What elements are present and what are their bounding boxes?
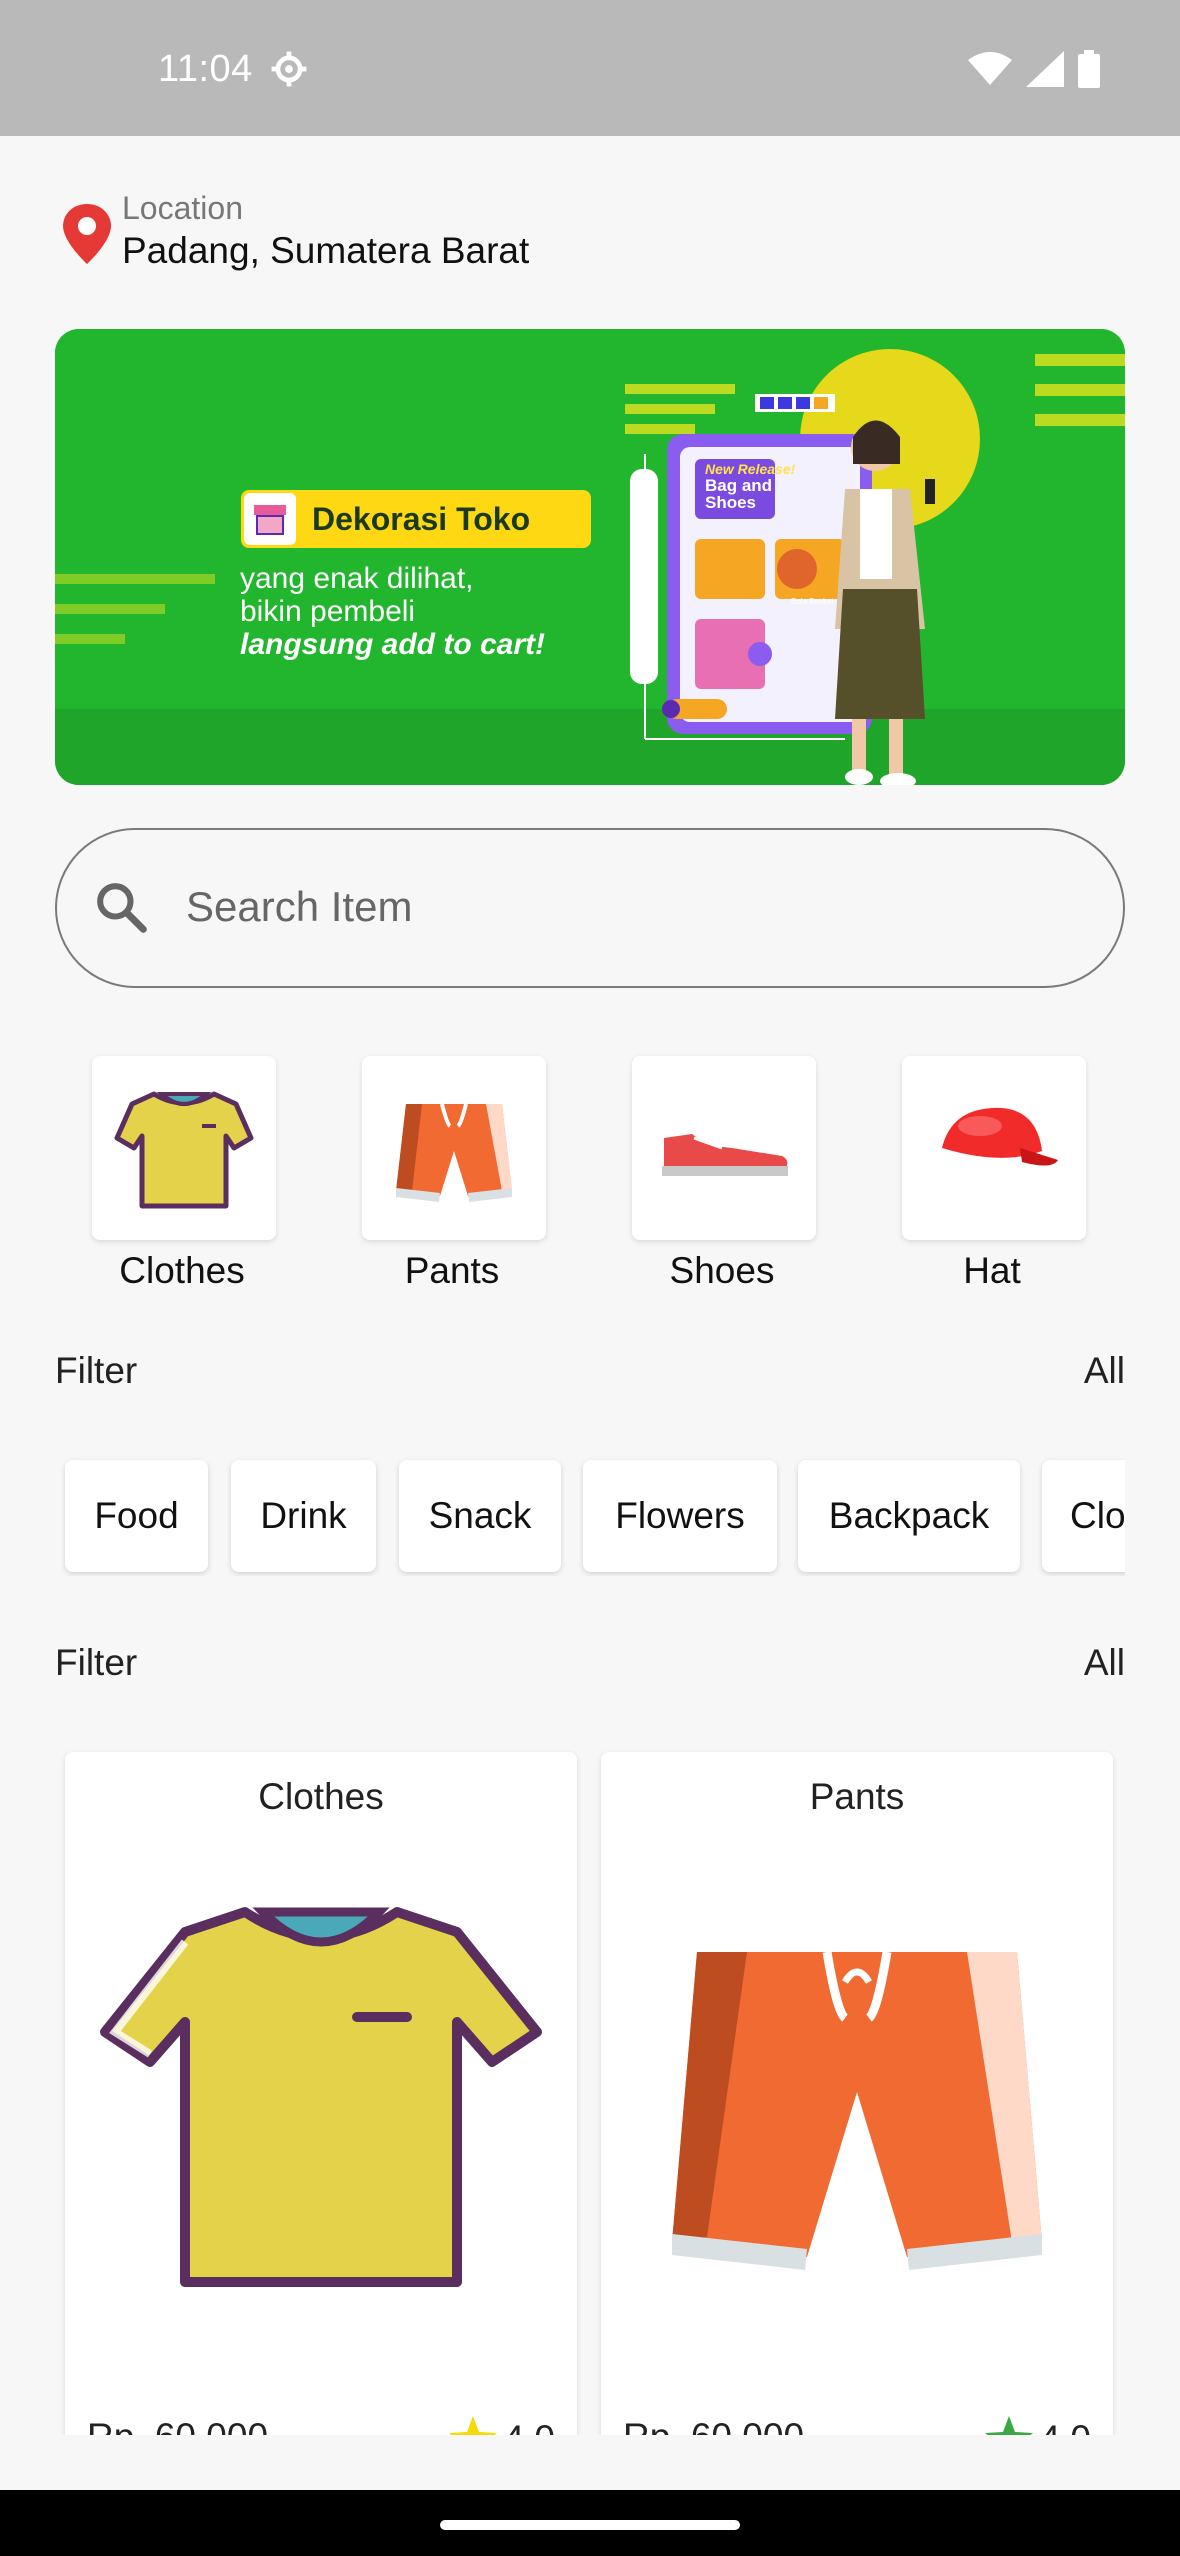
product-price: Rp. 60.000 xyxy=(87,2416,268,2435)
filter-title-1: Filter xyxy=(55,1350,138,1391)
banner-line-2: bikin pembeli xyxy=(240,595,416,628)
product-title: Pants xyxy=(809,1776,905,1817)
category-shoes[interactable] xyxy=(632,1056,816,1240)
category-hat[interactable] xyxy=(902,1056,1086,1240)
category-label-pants: Pants xyxy=(404,1250,500,1291)
banner-line-3: langsung add to cart! xyxy=(240,628,546,661)
chip-snack[interactable]: Snack xyxy=(399,1460,561,1572)
category-pants[interactable] xyxy=(362,1056,546,1240)
home-gesture-handle[interactable] xyxy=(440,2520,740,2530)
location-label: Location xyxy=(122,190,243,226)
category-chips[interactable]: Food Drink Snack Flowers Backpack Clo xyxy=(55,1458,1125,1576)
shorts-icon xyxy=(396,1103,512,1202)
chip-flowers[interactable]: Flowers xyxy=(583,1460,777,1572)
tshirt-icon xyxy=(114,1091,254,1209)
banner-line-1: yang enak dilihat, xyxy=(240,562,474,595)
category-label-clothes: Clothes xyxy=(119,1250,245,1291)
shorts-image xyxy=(672,1951,1042,2270)
search-icon xyxy=(97,883,147,933)
category-label-shoes: Shoes xyxy=(669,1250,775,1291)
product-rating-value: 4.0 xyxy=(504,2418,555,2435)
product-title: Clothes xyxy=(258,1776,384,1817)
product-rating: 4.0 xyxy=(984,2416,1091,2435)
status-icons xyxy=(968,50,1100,88)
banner-badge: New Release! Bag and Shoes xyxy=(705,461,796,512)
filter-all-2[interactable]: All xyxy=(1084,1642,1125,1684)
banner-illustration xyxy=(55,329,1125,785)
signal-icon xyxy=(1026,51,1064,87)
status-time: 11:04 xyxy=(158,48,253,90)
settings-gear-icon xyxy=(271,51,307,87)
product-rating: 4.0 xyxy=(448,2416,555,2435)
product-grid: Clothes Rp. 60.000 4.0 Pants Rp. 60.000 … xyxy=(55,1750,1125,2435)
promo-banner[interactable]: Dekorasi Toko yang enak dilihat, bikin p… xyxy=(55,329,1125,785)
banner-small-caption: Bola Basket xyxy=(791,597,834,606)
banner-tag: Dekorasi Toko xyxy=(241,490,591,548)
filter-title-2: Filter xyxy=(55,1642,138,1683)
banner-badge-line-3: Shoes xyxy=(705,493,757,512)
battery-icon xyxy=(1078,50,1100,88)
store-icon xyxy=(244,493,296,545)
product-price: Rp. 60.000 xyxy=(623,2416,804,2435)
tshirt-image xyxy=(100,1907,542,2287)
filter-all-1[interactable]: All xyxy=(1084,1350,1125,1392)
status-bar: 11:04 xyxy=(0,0,1180,136)
location-value[interactable]: Padang, Sumatera Barat xyxy=(122,230,529,272)
location-pin-icon xyxy=(63,204,111,264)
banner-badge-line-1: New Release! xyxy=(705,461,796,477)
product-card-clothes[interactable]: Clothes Rp. 60.000 4.0 xyxy=(65,1752,577,2435)
product-rating-value: 4.0 xyxy=(1040,2418,1091,2435)
chip-food[interactable]: Food xyxy=(65,1460,208,1572)
shoe-icon xyxy=(662,1134,788,1176)
chip-clothes[interactable]: Clo xyxy=(1042,1460,1125,1572)
category-label-hat: Hat xyxy=(963,1250,1021,1291)
banner-tag-text: Dekorasi Toko xyxy=(312,500,531,537)
category-clothes[interactable] xyxy=(92,1056,276,1240)
cap-icon xyxy=(942,1107,1058,1166)
star-icon xyxy=(984,2416,1033,2435)
product-card-pants[interactable]: Pants Rp. 60.000 4.0 xyxy=(601,1752,1113,2435)
chip-backpack[interactable]: Backpack xyxy=(798,1460,1020,1572)
chip-drink[interactable]: Drink xyxy=(231,1460,376,1572)
banner-badge-line-2: Bag and xyxy=(705,476,773,495)
star-icon xyxy=(448,2416,497,2435)
wifi-icon xyxy=(968,52,1012,85)
search-input[interactable] xyxy=(186,862,1066,952)
